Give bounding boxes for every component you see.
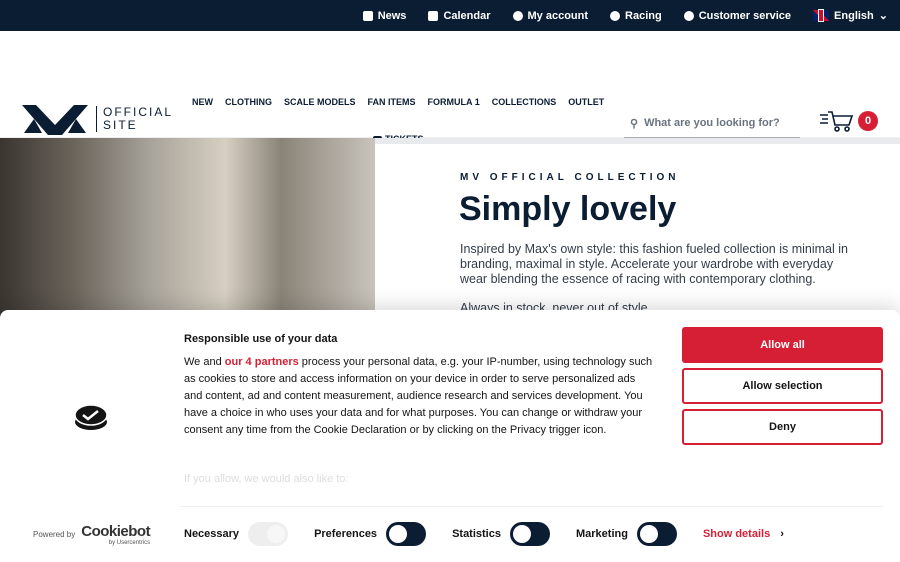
nav-scale-models[interactable]: SCALE MODELS xyxy=(284,97,356,107)
nav-new[interactable]: NEW xyxy=(192,97,213,107)
allow-all-button[interactable]: Allow all xyxy=(682,327,883,363)
deny-button[interactable]: Deny xyxy=(682,409,883,445)
chevron-right-icon: › xyxy=(780,528,784,540)
partners-link[interactable]: our 4 partners xyxy=(225,356,299,368)
help-icon xyxy=(683,10,694,21)
show-details-link[interactable]: Show details › xyxy=(703,528,784,540)
nav-outlet[interactable]: OUTLET xyxy=(568,97,604,107)
nav-collections[interactable]: COLLECTIONS xyxy=(492,97,557,107)
cookie-consent-icon xyxy=(74,404,108,430)
preferences-toggle[interactable] xyxy=(386,522,427,546)
consent-toggles: Necessary Preferences Statistics Marketi… xyxy=(184,522,784,546)
racing-icon xyxy=(610,10,621,21)
newspaper-icon xyxy=(362,10,373,21)
hero-image xyxy=(0,138,375,318)
topbar-my-account[interactable]: My account xyxy=(512,10,588,22)
marketing-toggle[interactable] xyxy=(636,522,677,546)
language-selector[interactable]: English ⌄ xyxy=(813,9,888,22)
header: OFFICIAL SITE NEW CLOTHING SCALE MODELS F… xyxy=(0,31,900,144)
necessary-toggle xyxy=(248,522,289,546)
search-input[interactable]: ⚲ What are you looking for? xyxy=(624,109,800,138)
cart-button[interactable]: 0 xyxy=(820,109,878,133)
nav-fan-items[interactable]: FAN ITEMS xyxy=(368,97,416,107)
cookie-title: Responsible use of your data xyxy=(184,333,338,345)
statistics-toggle[interactable] xyxy=(509,522,550,546)
allow-selection-button[interactable]: Allow selection xyxy=(682,368,883,404)
nav-formula-1[interactable]: FORMULA 1 xyxy=(428,97,480,107)
user-icon xyxy=(512,10,523,21)
divider xyxy=(180,506,883,507)
powered-by-cookiebot[interactable]: Powered by Cookiebot by Usercentrics xyxy=(33,523,151,546)
cookie-faded-text: If you allow, we would also like to: xyxy=(184,473,349,485)
hero-kicker: MV OFFICIAL COLLECTION xyxy=(460,172,680,183)
topbar-news[interactable]: News xyxy=(362,10,406,22)
search-icon: ⚲ xyxy=(630,117,639,130)
topbar-customer-service[interactable]: Customer service xyxy=(683,10,791,22)
top-bar: News Calendar My account Racing Customer… xyxy=(0,0,900,31)
uk-flag-icon xyxy=(813,10,830,21)
calendar-icon xyxy=(428,10,439,21)
logo[interactable]: OFFICIAL SITE xyxy=(22,103,173,135)
chevron-down-icon: ⌄ xyxy=(878,10,888,22)
nav-clothing[interactable]: CLOTHING xyxy=(225,97,272,107)
topbar-racing[interactable]: Racing xyxy=(610,10,662,22)
topbar-calendar[interactable]: Calendar xyxy=(428,10,491,22)
main-nav: NEW CLOTHING SCALE MODELS FAN ITEMS FORM… xyxy=(192,97,604,107)
cookie-text: We and our 4 partners process your perso… xyxy=(184,356,653,436)
cart-icon xyxy=(820,111,854,132)
mv-logo-icon xyxy=(22,105,88,135)
cookie-consent-banner: Responsible use of your data We and our … xyxy=(0,310,900,562)
hero-description: Inspired by Max's own style: this fashio… xyxy=(460,242,848,286)
cart-count-badge: 0 xyxy=(858,111,878,131)
hero-title: Simply lovely xyxy=(459,190,677,228)
